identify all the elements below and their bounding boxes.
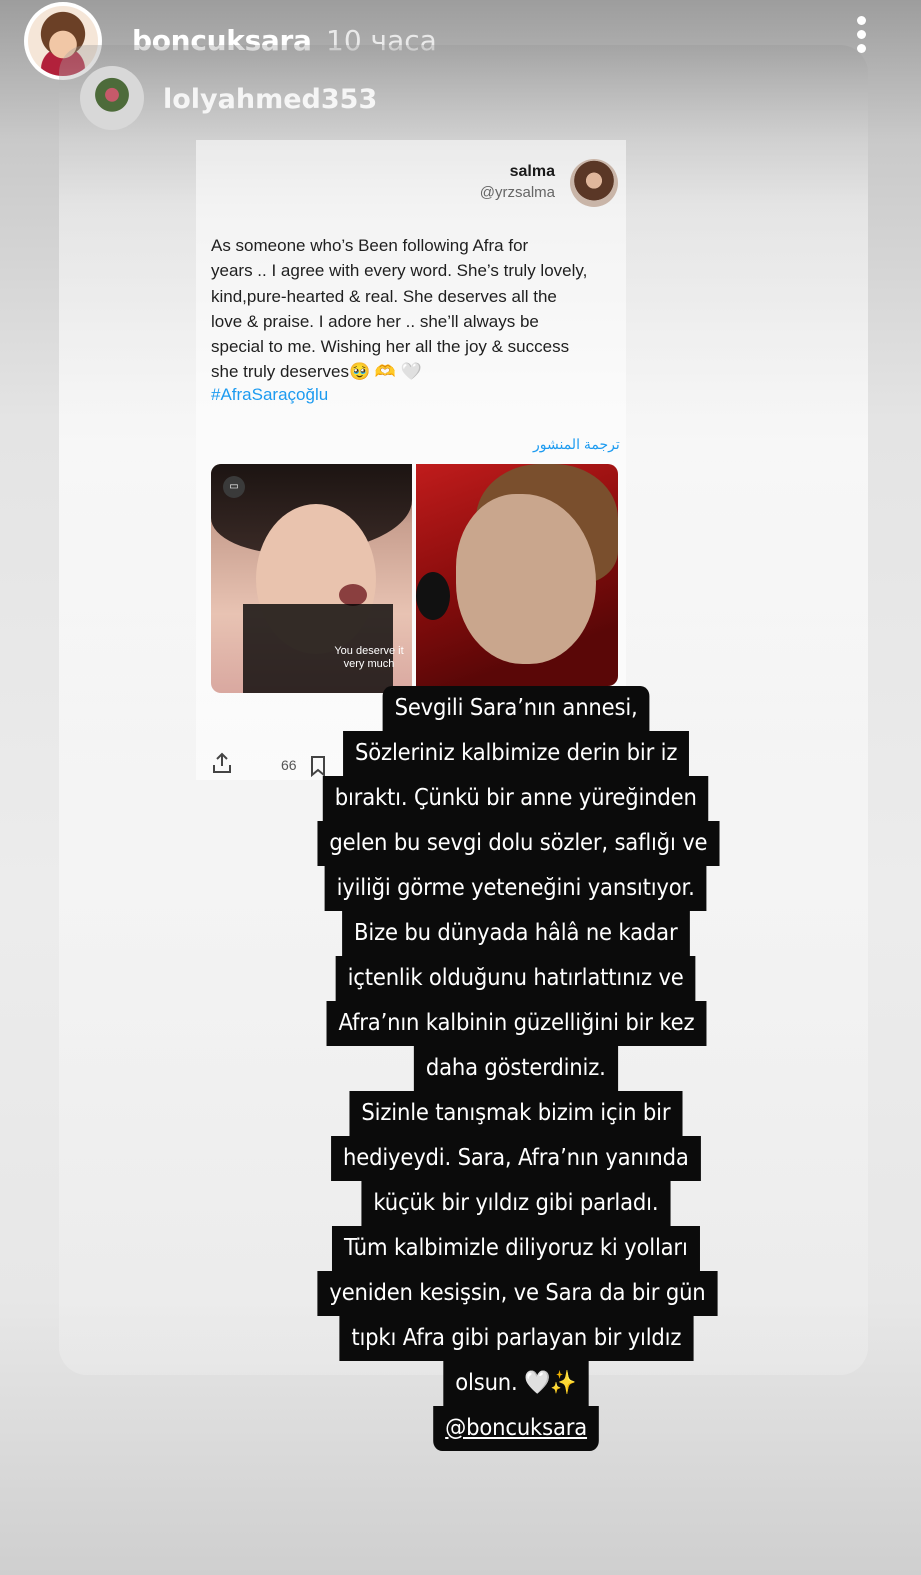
tweet-text-line: she truly deserves🥹 🫶 🤍 bbox=[211, 362, 422, 382]
media-caption: You deserve it very much bbox=[334, 645, 404, 670]
tweet-text: As someone who’s Been following Afra for… bbox=[211, 233, 626, 385]
share-icon bbox=[213, 752, 231, 773]
tweet-text-line: years .. I agree with every word. She’s … bbox=[211, 261, 588, 281]
overlay-text-line: Sizinle tanışmak bizim için bir bbox=[349, 1091, 683, 1136]
tweet-author-name: salma bbox=[509, 163, 555, 180]
overlay-text-line: Tüm kalbimizle diliyoruz ki yolları bbox=[332, 1226, 700, 1271]
tweet-author-handle: @yrzsalma bbox=[479, 184, 555, 201]
overlay-text-line: yeniden kesişsin, ve Sara da bir gün bbox=[317, 1271, 718, 1316]
tweet-text-line: As someone who’s Been following Afra for bbox=[211, 236, 529, 255]
overlay-mention-link[interactable]: @boncuksara bbox=[433, 1406, 599, 1451]
tweet-hashtag: #AfraSaraçoğlu bbox=[211, 385, 329, 404]
overlay-text-line: tıpkı Afra gibi parlayan bir yıldız bbox=[339, 1316, 693, 1361]
tweet-text-line: special to me. Wishing her all the joy &… bbox=[211, 337, 570, 357]
captions-icon: ▭ bbox=[223, 476, 245, 498]
shared-post-username[interactable]: lolyahmed353 bbox=[163, 84, 377, 115]
shared-post-avatar[interactable] bbox=[80, 66, 144, 130]
overlay-text-line: daha gösterdiniz. bbox=[414, 1046, 618, 1091]
tweet-media-left: ▭ You deserve it very much bbox=[211, 464, 412, 693]
tweet-text-line: kind,pure-hearted & real. She deserves a… bbox=[211, 286, 557, 306]
tweet-media-right bbox=[416, 464, 618, 686]
overlay-text-line: bıraktı. Çünkü bir anne yüreğinden bbox=[323, 776, 709, 821]
overlay-text-line: Afra’nın kalbinin güzelliğini bir kez bbox=[326, 1001, 706, 1046]
overlay-text-line: iyiliği görme yeteneğini yansıtıyor. bbox=[324, 866, 707, 911]
tweet-view-count: 66 bbox=[281, 757, 297, 773]
story-text-overlay: Sevgili Sara’nın annesi, Sözleriniz kalb… bbox=[300, 686, 732, 1451]
overlay-text-line: olsun. 🤍✨ bbox=[443, 1361, 589, 1406]
overlay-text-line: Sevgili Sara’nın annesi, bbox=[382, 686, 650, 731]
tweet-author-avatar bbox=[570, 159, 618, 207]
overlay-text-line: Bize bu dünyada hâlâ ne kadar bbox=[342, 911, 690, 956]
overlay-text-line: içtenlik olduğunu hatırlattınız ve bbox=[336, 956, 696, 1001]
overlay-text-line: hediyeydi. Sara, Afra’nın yanında bbox=[331, 1136, 701, 1181]
tweet-translate-link: ترجمة المنشور bbox=[533, 436, 620, 452]
overlay-text-line: gelen bu sevgi dolu sözler, saflığı ve bbox=[317, 821, 720, 866]
overlay-text-line: küçük bir yıldız gibi parladı. bbox=[361, 1181, 671, 1226]
tweet-text-line: love & praise. I adore her .. she’ll alw… bbox=[211, 311, 539, 331]
microphone-icon bbox=[416, 572, 450, 620]
overlay-text-line: Sözleriniz kalbimize derin bir iz bbox=[342, 731, 690, 776]
